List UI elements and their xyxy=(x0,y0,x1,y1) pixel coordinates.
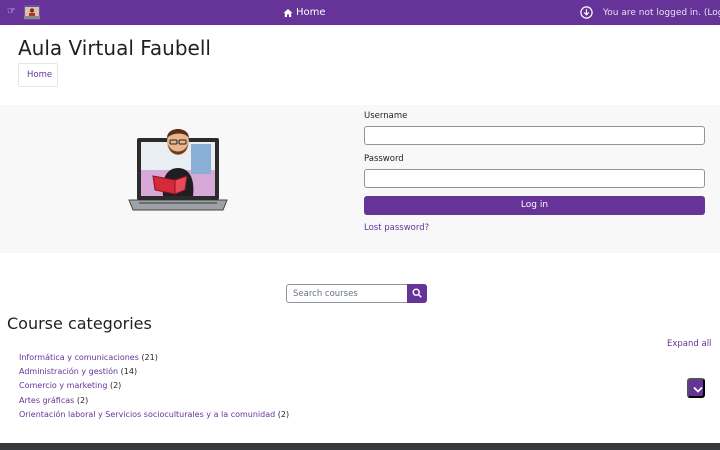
list-item: Artes gráficas (2) xyxy=(19,395,289,409)
category-link[interactable]: Artes gráficas xyxy=(19,396,74,405)
breadcrumb: Home xyxy=(18,63,58,87)
login-status-text: You are not logged in. ( xyxy=(603,8,708,18)
category-list: Informática y comunicaciones (21) Admini… xyxy=(19,352,289,423)
course-categories-heading: Course categories xyxy=(7,314,152,333)
nav-login-link[interactable]: Log in xyxy=(707,8,720,18)
password-field[interactable] xyxy=(364,169,705,188)
category-link[interactable]: Administración y gestión xyxy=(19,367,118,376)
top-navbar: ☞ Home You are not logged in. (Log in) xyxy=(0,0,720,25)
home-icon xyxy=(283,8,293,17)
page-footer xyxy=(0,443,720,450)
download-circle-icon[interactable] xyxy=(580,6,593,19)
category-count: (2) xyxy=(109,381,122,391)
breadcrumb-home-link[interactable]: Home xyxy=(27,70,52,81)
list-item: Informática y comunicaciones (21) xyxy=(19,352,289,366)
hand-pointer-icon[interactable]: ☞ xyxy=(7,5,16,19)
category-link[interactable]: Comercio y marketing xyxy=(19,381,107,390)
username-label: Username xyxy=(364,111,408,121)
login-button[interactable]: Log in xyxy=(364,196,705,215)
search-button[interactable] xyxy=(407,284,427,303)
category-count: (2) xyxy=(277,409,290,419)
lost-password-link[interactable]: Lost password? xyxy=(364,223,429,234)
category-count: (14) xyxy=(120,367,138,377)
list-item: Comercio y marketing (2) xyxy=(19,380,289,394)
site-logo-icon[interactable] xyxy=(24,5,40,20)
category-count: (21) xyxy=(141,353,158,362)
username-field[interactable] xyxy=(364,126,705,145)
nav-home-label: Home xyxy=(296,7,326,18)
scroll-down-button[interactable] xyxy=(687,378,705,398)
login-status: You are not logged in. (Log in) xyxy=(603,7,720,19)
category-link[interactable]: Orientación laboral y Servicios sociocul… xyxy=(19,410,275,419)
chevron-down-icon xyxy=(693,386,703,393)
category-count: (2) xyxy=(76,395,89,405)
list-item: Orientación laboral y Servicios sociocul… xyxy=(19,409,289,423)
search-courses-input[interactable] xyxy=(286,284,408,303)
expand-all-link[interactable]: Expand all xyxy=(667,339,711,350)
avatar-reading-illustration xyxy=(128,129,228,211)
list-item: Administración y gestión (14) xyxy=(19,366,289,380)
password-label: Password xyxy=(364,154,404,164)
search-icon xyxy=(412,288,422,298)
nav-home-link[interactable]: Home xyxy=(283,6,326,19)
page-title: Aula Virtual Faubell xyxy=(18,36,211,60)
category-link[interactable]: Informática y comunicaciones xyxy=(19,353,139,362)
